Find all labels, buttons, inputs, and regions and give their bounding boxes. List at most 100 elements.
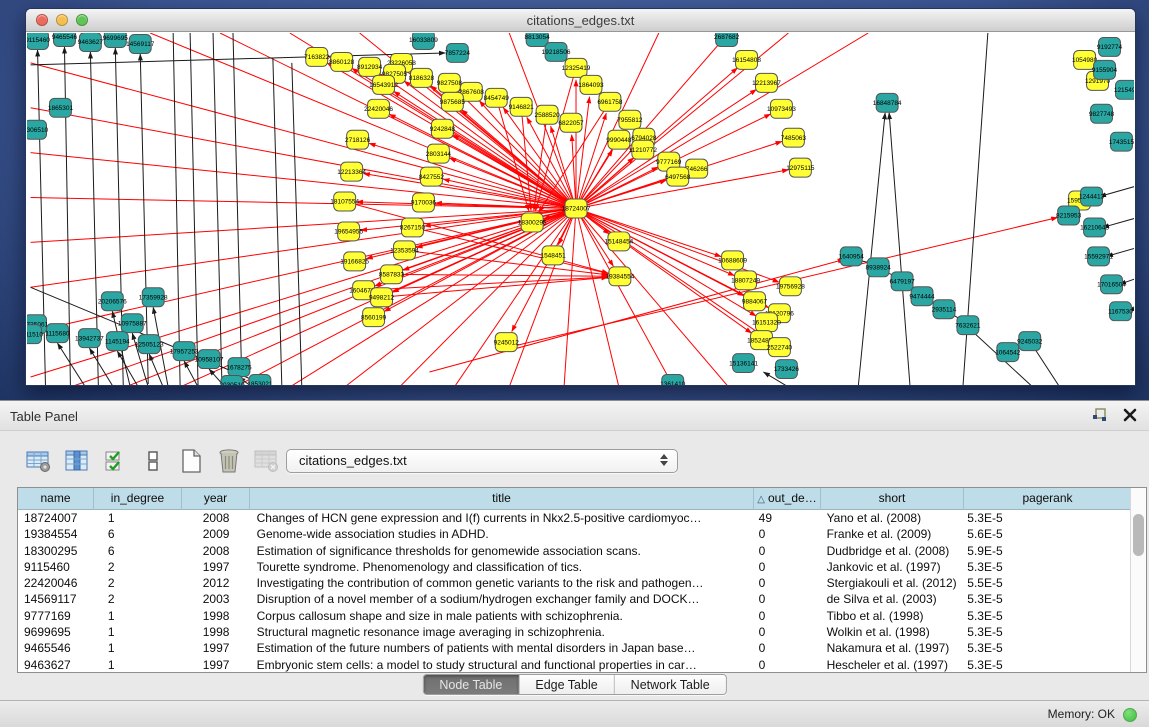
graph-node-label: 8587833	[379, 272, 405, 279]
graph-node-label: 20206576	[98, 298, 127, 305]
graph-node-label: 9242848	[430, 126, 456, 133]
table-cell: 18300295	[18, 543, 94, 559]
graph-edge	[290, 209, 576, 385]
column-header-title[interactable]: title	[250, 488, 754, 510]
table-row[interactable]: 946362711997Embryonic stem cells: a mode…	[18, 657, 1130, 672]
graph-node-label: 1167530	[1108, 308, 1133, 315]
row-height-icon[interactable]	[138, 446, 167, 476]
graph-node-label: 9990448	[606, 137, 632, 144]
delete-table-icon[interactable]	[252, 446, 281, 476]
graph-node-label: 9245012	[494, 339, 520, 346]
graph-node-label: 8938924	[866, 265, 892, 272]
table-cell: 1998	[182, 608, 250, 624]
table-cell: Genome-wide association studies in ADHD.	[250, 526, 753, 542]
table-scrollbar[interactable]	[1130, 488, 1146, 672]
table-cell: Structural magnetic resonance image aver…	[250, 624, 753, 640]
graph-edge	[31, 198, 576, 209]
graph-edge	[31, 63, 576, 209]
graph-edge	[273, 58, 282, 385]
graph-edge	[400, 209, 577, 385]
graph-node-label: 2687682	[714, 34, 740, 41]
column-header-out_de[interactable]: △out_de…	[754, 488, 821, 510]
table-cell: 14569117	[18, 591, 94, 607]
column-header-in_degree[interactable]: in_degree	[94, 488, 182, 510]
status-bar: Memory: OK	[0, 700, 1149, 727]
table-cell: 9465546	[18, 640, 94, 656]
table-selector-dropdown[interactable]: citations_edges.txt	[286, 449, 678, 473]
tab-network-table[interactable]: Network Table	[615, 675, 726, 695]
graph-node-label: 1733426	[774, 366, 800, 373]
graph-node-label: 15592971	[1084, 254, 1113, 261]
table-cell: 49	[753, 510, 820, 526]
tab-node-table[interactable]: Node Table	[423, 675, 519, 695]
table-row[interactable]: 969969511998Structural magnetic resonanc…	[18, 624, 1130, 640]
table-cell: 2	[94, 591, 182, 607]
close-panel-icon[interactable]	[1121, 406, 1139, 424]
graph-node-label: 9465546	[52, 34, 78, 41]
table-cell: Investigating the contribution of common…	[250, 575, 753, 591]
graph-node-label: 1145194	[105, 338, 130, 345]
table-cell: 0	[753, 624, 820, 640]
graph-node-label: 1244413	[1079, 194, 1105, 201]
graph-node-label: 2030510	[219, 382, 245, 385]
table-cell: 1	[94, 510, 182, 526]
graph-node-label: 7632621	[955, 322, 981, 329]
column-header-pagerank[interactable]: pagerank	[964, 488, 1132, 510]
window-titlebar[interactable]: citations_edges.txt	[26, 9, 1135, 32]
tab-edge-table[interactable]: Edge Table	[519, 675, 614, 695]
graph-node-label: 11210772	[629, 147, 658, 154]
table-cell: 1	[94, 640, 182, 656]
table-cell: 1998	[182, 624, 250, 640]
graph-node-label: 16154808	[732, 57, 761, 64]
table-row[interactable]: 1456911722003Disruption of a novel membe…	[18, 591, 1130, 607]
table-settings-icon[interactable]	[24, 446, 53, 476]
table-row[interactable]: 1830029562008Estimation of significance …	[18, 543, 1130, 559]
table-row[interactable]: 1872400712008Changes of HCN gene express…	[18, 510, 1130, 526]
network-view-window[interactable]: citations_edges.txt 18724007716382288601…	[25, 8, 1136, 386]
table-row[interactable]: 946554611997Estimation of the future num…	[18, 640, 1130, 656]
attribute-table: namein_degreeyeartitle△out_de…shortpager…	[17, 487, 1147, 673]
graph-node-label: 8427552	[419, 174, 445, 181]
network-graph[interactable]: 1872400771638228860128891293423226058982…	[27, 33, 1134, 385]
column-header-year[interactable]: year	[182, 488, 250, 510]
graph-node-label: 9875685	[440, 99, 466, 106]
graph-node-label: 9146821	[509, 104, 535, 111]
new-table-icon[interactable]	[176, 446, 205, 476]
table-cell: 5.3E-5	[962, 608, 1130, 624]
scrollbar-thumb[interactable]	[1133, 514, 1144, 556]
delete-column-icon[interactable]	[214, 446, 243, 476]
graph-node-label: 12505123	[135, 341, 164, 348]
graph-edge	[858, 113, 885, 385]
graph-node-label: 15136141	[729, 360, 758, 367]
table-row[interactable]: 977716911998Corpus callosum shape and si…	[18, 608, 1130, 624]
table-cell: 9115460	[18, 559, 94, 575]
table-header-row: namein_degreeyeartitle△out_de…shortpager…	[18, 488, 1146, 510]
graph-node-label: 9827748	[1089, 111, 1115, 118]
table-cell: 5.3E-5	[962, 624, 1130, 640]
float-panel-icon[interactable]	[1091, 406, 1109, 424]
table-cell: 2012	[182, 575, 250, 591]
table-row[interactable]: 2242004622012Investigating the contribut…	[18, 575, 1130, 591]
graph-edge	[1100, 183, 1134, 197]
table-cell: 19384554	[18, 526, 94, 542]
column-visibility-icon[interactable]	[62, 446, 91, 476]
column-header-name[interactable]: name	[18, 488, 94, 510]
network-canvas[interactable]: 1872400771638228860128891293423226058982…	[27, 33, 1134, 385]
graph-node-label: 7955812	[617, 117, 643, 124]
graph-node-label: 1853021	[247, 381, 273, 385]
graph-node-label: 8560199	[361, 314, 387, 321]
table-cell: 0	[753, 657, 820, 672]
table-body: 1872400712008Changes of HCN gene express…	[18, 510, 1130, 672]
graph-node-label: 1640954	[839, 254, 865, 261]
graph-node-label: 2718126	[345, 137, 371, 144]
table-row[interactable]: 1938455462009Genome-wide association stu…	[18, 526, 1130, 542]
sort-ascending-icon: △	[757, 494, 765, 505]
graph-node-label: 19384554	[606, 274, 635, 281]
graph-node-label: 7857224	[445, 50, 471, 57]
column-header-short[interactable]: short	[821, 488, 964, 510]
graph-edge	[454, 209, 576, 385]
graph-node-label: 8267150	[400, 225, 426, 232]
select-rows-icon[interactable]	[100, 446, 129, 476]
graph-node-label: 10975887	[118, 320, 147, 327]
table-row[interactable]: 911546021997Tourette syndrome. Phenomeno…	[18, 559, 1130, 575]
